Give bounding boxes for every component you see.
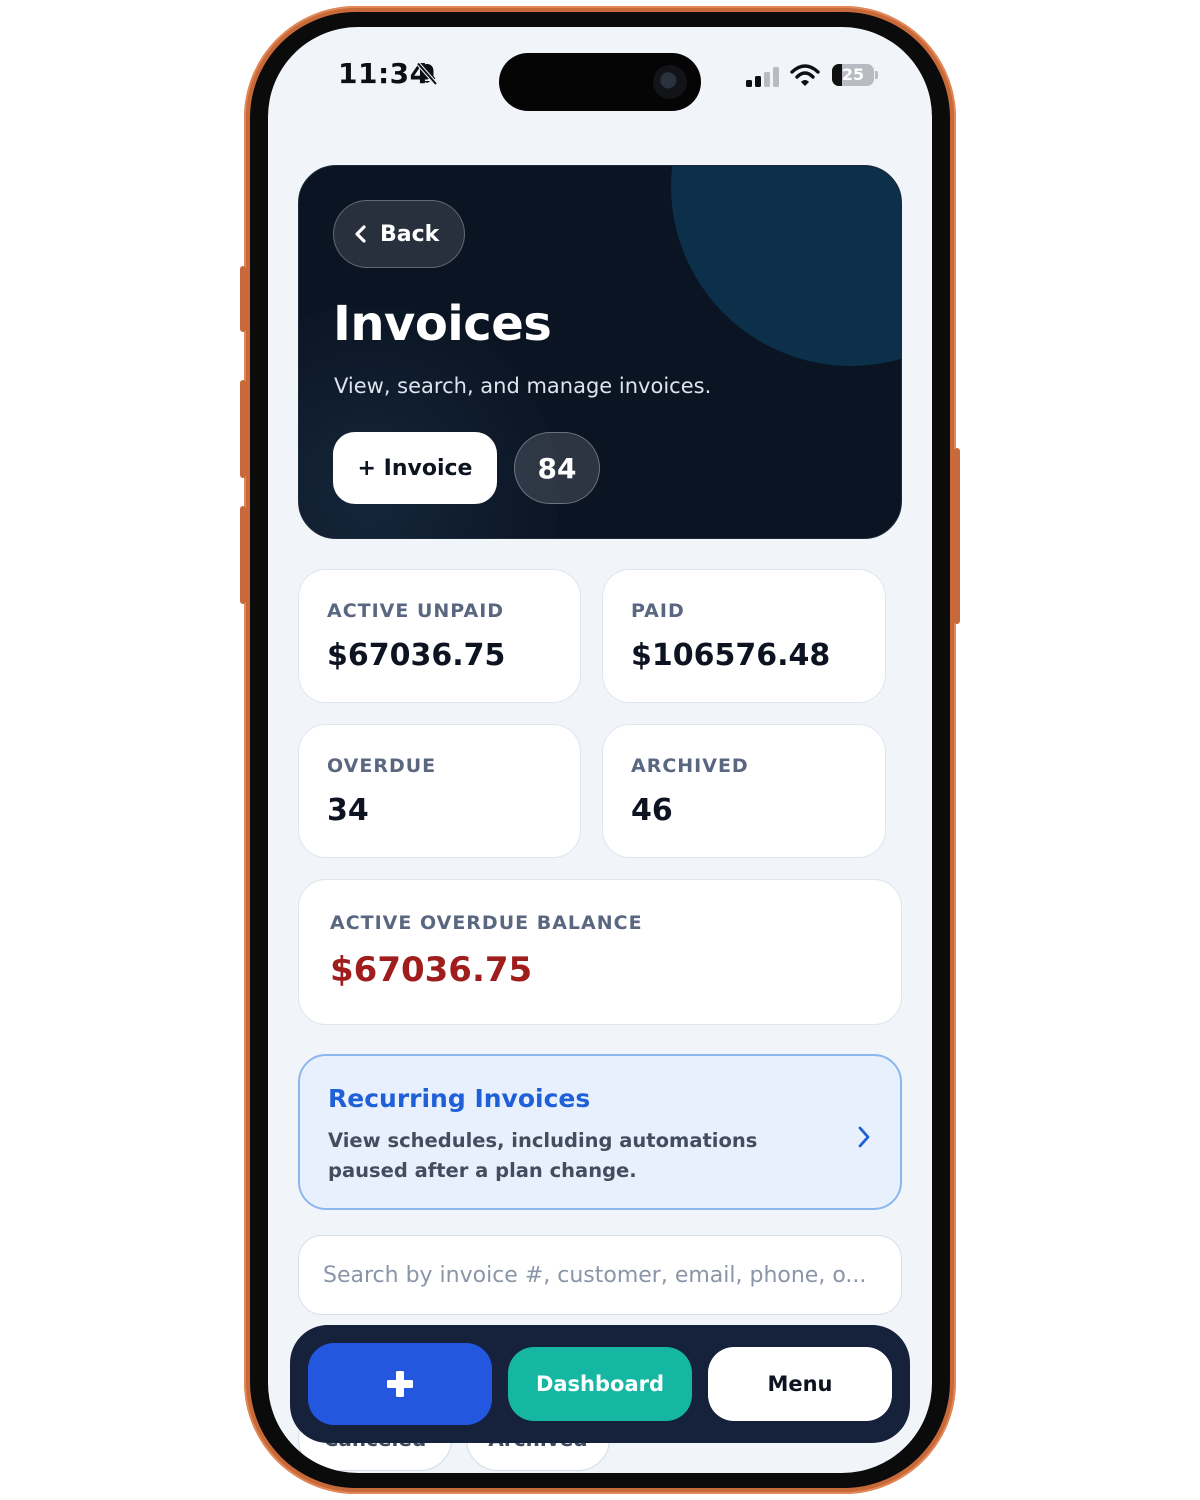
signal-icon: [746, 67, 779, 87]
recurring-invoices-card[interactable]: Recurring Invoices View schedules, inclu…: [298, 1054, 902, 1210]
camera-icon: [653, 65, 687, 99]
page-title: Invoices: [333, 296, 552, 352]
search-input[interactable]: [298, 1235, 902, 1315]
invoice-count-badge: 84: [514, 432, 600, 504]
dynamic-island: [499, 53, 701, 111]
chevron-left-icon: [355, 225, 366, 243]
power-button: [954, 448, 960, 624]
volume-down-button: [240, 506, 246, 604]
plus-icon: [387, 1371, 413, 1397]
active-overdue-balance-value: $67036.75: [330, 950, 533, 990]
stage: 11:34 25 Back Invoices View, search, and…: [0, 0, 1200, 1500]
recurring-invoices-title: Recurring Invoices: [328, 1084, 591, 1113]
bell-slash-icon: [416, 62, 438, 86]
action-button: [240, 266, 246, 332]
bottom-navigation: Dashboard Menu: [290, 1325, 910, 1443]
hero-decoration: [671, 166, 901, 366]
battery-tip: [875, 71, 878, 79]
archived-card[interactable]: ARCHIVED 46: [602, 724, 886, 858]
wifi-icon: [790, 64, 820, 86]
menu-button[interactable]: Menu: [708, 1347, 892, 1421]
add-invoice-button[interactable]: + Invoice: [333, 432, 497, 504]
battery-icon: 25: [832, 64, 874, 86]
battery-percent: 25: [841, 65, 865, 84]
hero-header: Back Invoices View, search, and manage i…: [298, 165, 902, 539]
paid-value: $106576.48: [631, 638, 831, 673]
back-button-label: Back: [380, 221, 440, 247]
app-screen: 11:34 25 Back Invoices View, search, and…: [268, 27, 932, 1473]
archived-value: 46: [631, 793, 673, 828]
active-unpaid-card[interactable]: ACTIVE UNPAID $67036.75: [298, 569, 581, 703]
paid-label: PAID: [631, 600, 685, 622]
back-button[interactable]: Back: [333, 200, 465, 268]
chevron-right-icon: [858, 1126, 870, 1148]
active-overdue-balance-label: ACTIVE OVERDUE BALANCE: [330, 912, 643, 934]
active-overdue-balance-card[interactable]: ACTIVE OVERDUE BALANCE $67036.75: [298, 879, 902, 1025]
dashboard-button[interactable]: Dashboard: [508, 1347, 692, 1421]
overdue-card[interactable]: OVERDUE 34: [298, 724, 581, 858]
volume-up-button: [240, 380, 246, 478]
page-subtitle: View, search, and manage invoices.: [334, 374, 712, 398]
recurring-invoices-description: View schedules, including automations pa…: [328, 1129, 758, 1182]
paid-card[interactable]: PAID $106576.48: [602, 569, 886, 703]
overdue-value: 34: [327, 793, 369, 828]
active-unpaid-value: $67036.75: [327, 638, 506, 673]
active-unpaid-label: ACTIVE UNPAID: [327, 600, 505, 622]
overdue-label: OVERDUE: [327, 755, 437, 777]
quick-add-button[interactable]: [308, 1343, 492, 1425]
archived-label: ARCHIVED: [631, 755, 749, 777]
